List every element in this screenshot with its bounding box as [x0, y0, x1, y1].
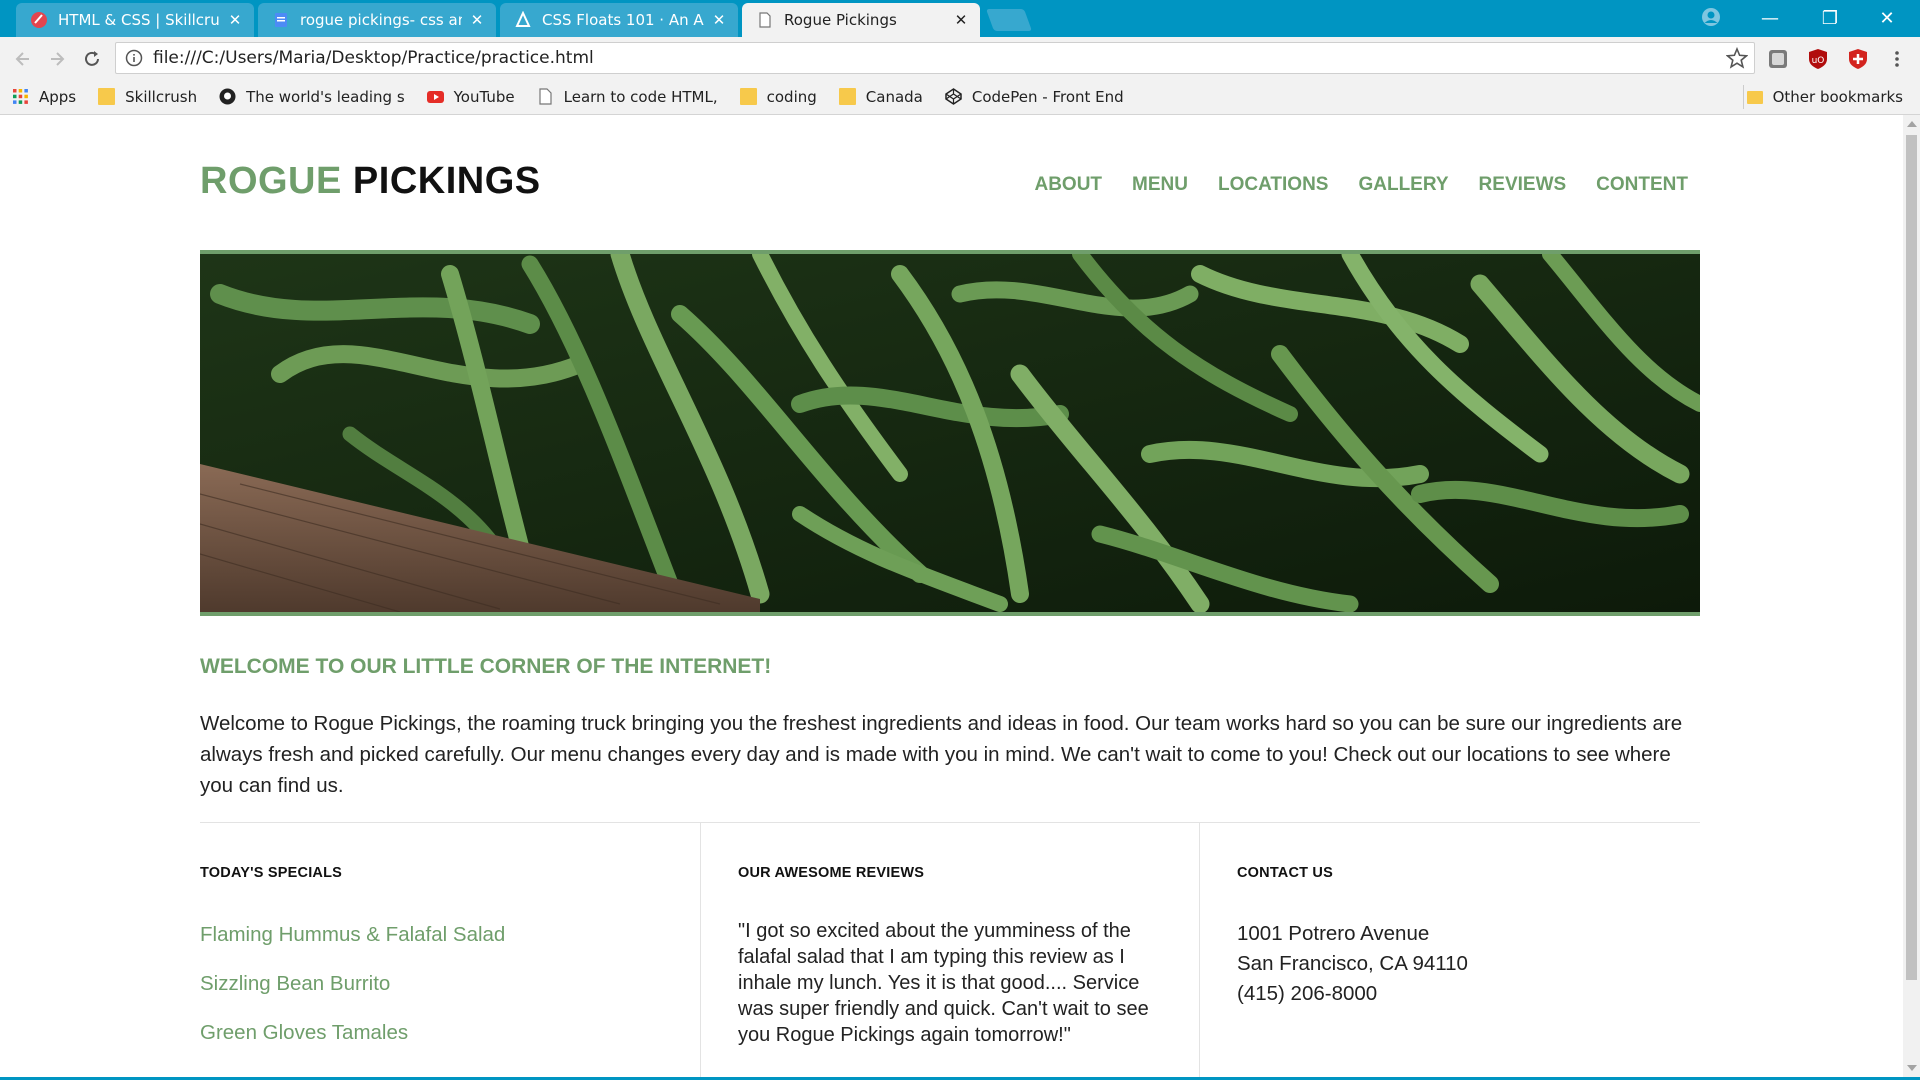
ublock-icon[interactable]: uO [1807, 48, 1829, 70]
nav-gallery[interactable]: GALLERY [1358, 174, 1448, 196]
nav-menu[interactable]: MENU [1132, 174, 1188, 196]
bookmark-other[interactable]: Other bookmarks [1746, 88, 1903, 106]
browser-toolbar: file:///C:/Users/Maria/Desktop/Practice/… [0, 37, 1920, 79]
apps-grid-icon [13, 89, 28, 104]
bookmark-label: Other bookmarks [1772, 88, 1903, 106]
tab-strip: HTML & CSS | Skillcrush ✕ rogue pickings… [0, 0, 1920, 37]
alistapart-icon [514, 11, 532, 29]
bookmark-label: Apps [39, 87, 77, 106]
contact-city: San Francisco, CA 94110 [1237, 952, 1468, 975]
close-icon[interactable]: ✕ [226, 11, 244, 29]
specials-heading: TODAY'S SPECIALS [200, 865, 343, 881]
reload-icon[interactable] [80, 47, 104, 71]
minimize-icon[interactable]: — [1745, 0, 1795, 37]
bookmark-star-icon[interactable] [1726, 47, 1748, 69]
folder-icon [1746, 90, 1763, 104]
bookmark-separator [1743, 85, 1744, 109]
skillcrush-icon [30, 11, 48, 29]
page-icon [756, 11, 774, 29]
bookmark-label: Canada [865, 87, 923, 106]
bookmark-coding[interactable]: coding [739, 87, 817, 106]
restore-icon[interactable]: ❐ [1805, 0, 1855, 37]
codepen-icon [945, 88, 962, 105]
todays-specials-column: TODAY'S SPECIALS Flaming Hummus & Falafa… [200, 822, 700, 1077]
extension-icon[interactable] [1767, 48, 1789, 70]
bookmark-skillcrush[interactable]: Skillcrush [98, 88, 197, 106]
logo-second-word: PICKINGS [352, 160, 541, 202]
menu-dots-icon[interactable] [1885, 47, 1909, 71]
nav-about[interactable]: ABOUT [1034, 174, 1102, 196]
docs-icon [272, 11, 290, 29]
youtube-icon [426, 91, 444, 103]
close-icon[interactable]: ✕ [468, 11, 486, 29]
special-item[interactable]: Green Gloves Tamales [200, 1021, 408, 1045]
bookmark-label: YouTube [453, 87, 515, 106]
shield-icon[interactable] [1847, 48, 1869, 70]
bookmark-label: CodePen - Front End [971, 87, 1124, 106]
contact-column: CONTACT US 1001 Potrero Avenue San Franc… [1200, 822, 1700, 1077]
nav-reviews[interactable]: REVIEWS [1479, 174, 1567, 196]
url-text: file:///C:/Users/Maria/Desktop/Practice/… [153, 48, 594, 68]
bookmark-label: The world's leading s [246, 87, 405, 106]
reviews-heading: OUR AWESOME REVIEWS [738, 865, 925, 881]
reviews-column: OUR AWESOME REVIEWS "I got so excited ab… [700, 822, 1200, 1077]
bookmark-canada[interactable]: Canada [838, 87, 923, 106]
welcome-paragraph: Welcome to Rogue Pickings, the roaming t… [200, 712, 1683, 797]
contact-heading: CONTACT US [1237, 865, 1333, 881]
scroll-thumb[interactable] [1906, 135, 1917, 980]
forward-icon[interactable] [45, 47, 69, 71]
logo-first-word: ROGUE [200, 160, 342, 202]
review-quote: "I got so excited about the yumminess of… [738, 920, 1149, 1046]
bookmarks-bar: Apps Skillcrush The world's leading s Yo… [0, 79, 1920, 115]
info-icon[interactable] [125, 49, 143, 67]
tab-skillcrush[interactable]: HTML & CSS | Skillcrush ✕ [16, 3, 254, 37]
scroll-up-arrow-icon[interactable] [1907, 121, 1917, 127]
close-window-icon[interactable]: ✕ [1862, 0, 1912, 37]
contact-phone[interactable]: (415) 206-8000 [1237, 979, 1468, 1009]
tab-css-floats[interactable]: CSS Floats 101 · An A List ✕ [500, 3, 738, 37]
bookmark-learn-to-code[interactable]: Learn to code HTML, [537, 88, 718, 106]
github-icon [219, 88, 236, 105]
contact-street: 1001 Potrero Avenue [1237, 922, 1430, 945]
profile-icon[interactable] [1700, 6, 1722, 28]
tab-title: Rogue Pickings [784, 11, 897, 29]
bookmark-apps[interactable]: Apps [12, 88, 76, 106]
tab-title: CSS Floats 101 · An A List [542, 11, 704, 29]
tab-title: HTML & CSS | Skillcrush [58, 11, 220, 29]
bookmark-label: Skillcrush [125, 87, 198, 106]
hero-image-green-beans [200, 250, 1700, 616]
bookmark-codepen[interactable]: CodePen - Front End [945, 88, 1124, 106]
back-icon[interactable] [11, 47, 35, 71]
page-viewport: ROGUE PICKINGS ABOUT MENU LOCATIONS GALL… [0, 115, 1903, 1077]
special-item[interactable]: Flaming Hummus & Falafal Salad [200, 923, 505, 947]
bookmark-youtube[interactable]: YouTube [426, 87, 515, 106]
special-item[interactable]: Sizzling Bean Burrito [200, 972, 390, 996]
page-icon [539, 88, 552, 105]
address-bar[interactable]: file:///C:/Users/Maria/Desktop/Practice/… [115, 42, 1755, 74]
nav-locations[interactable]: LOCATIONS [1218, 174, 1328, 196]
scroll-down-arrow-icon[interactable] [1907, 1065, 1917, 1071]
tab-rogue-pickings[interactable]: Rogue Pickings ✕ [742, 3, 980, 37]
svg-text:uO: uO [1812, 56, 1825, 66]
new-tab-button[interactable] [985, 9, 1033, 31]
main-nav: ABOUT MENU LOCATIONS GALLERY REVIEWS CON… [1004, 174, 1688, 196]
nav-content[interactable]: CONTENT [1596, 174, 1688, 196]
close-icon[interactable]: ✕ [710, 11, 728, 29]
close-icon[interactable]: ✕ [952, 11, 970, 29]
folder-icon [838, 88, 856, 105]
bookmark-github[interactable]: The world's leading s [219, 88, 405, 106]
bookmark-label: Learn to code HTML, [563, 87, 718, 106]
folder-icon [98, 88, 116, 105]
tab-title: rogue pickings- css and h [300, 11, 462, 29]
contact-details: 1001 Potrero Avenue San Francisco, CA 94… [1237, 919, 1468, 1009]
folder-icon [739, 88, 757, 105]
bookmark-label: coding [766, 87, 817, 106]
page-scrollbar[interactable] [1903, 115, 1920, 1077]
welcome-heading: WELCOME TO OUR LITTLE CORNER OF THE INTE… [200, 655, 772, 678]
tab-rogue-doc[interactable]: rogue pickings- css and h ✕ [258, 3, 496, 37]
site-logo[interactable]: ROGUE PICKINGS [200, 160, 541, 203]
